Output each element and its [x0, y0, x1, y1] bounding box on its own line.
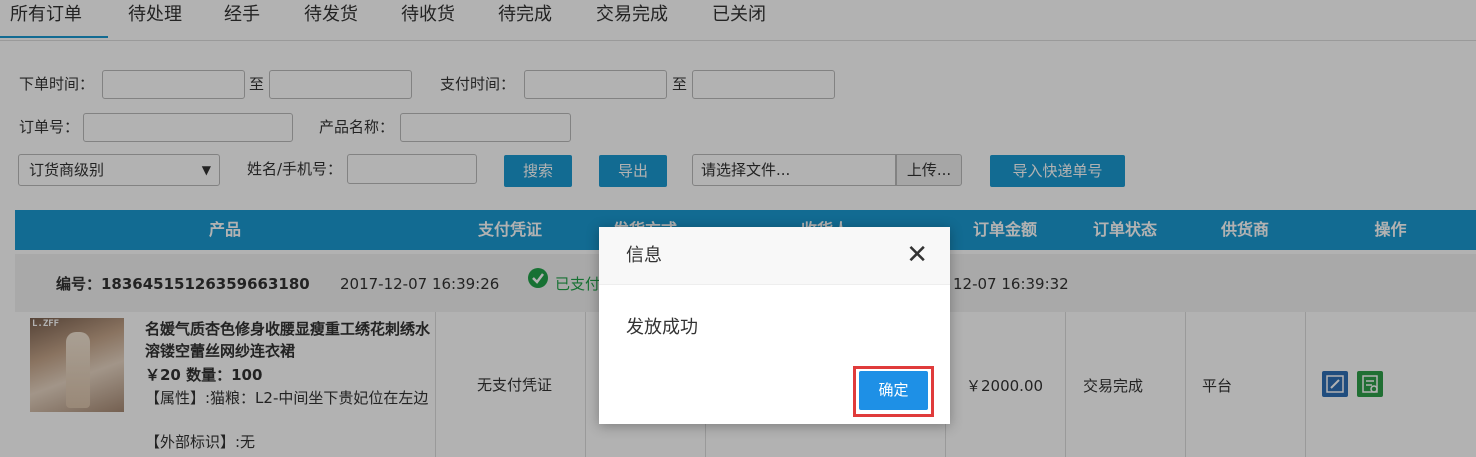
- confirm-button[interactable]: 确定: [859, 371, 928, 410]
- dialog-message: 发放成功: [626, 317, 698, 338]
- dialog-header: 信息 ✕: [599, 227, 950, 285]
- dialog-title: 信息: [626, 245, 662, 266]
- order-management-page: 所有订单 待处理 经手 待发货 待收货 待完成 交易完成 已关闭 下单时间： 至…: [0, 0, 1476, 457]
- close-icon[interactable]: ✕: [906, 241, 928, 269]
